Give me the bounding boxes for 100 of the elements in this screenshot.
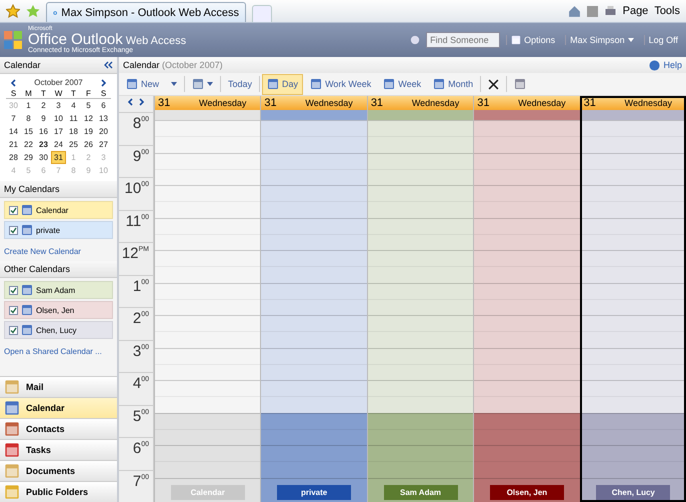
view-button[interactable]: Work Week	[305, 74, 376, 94]
calendar-day[interactable]: 18	[66, 125, 81, 138]
checkbox[interactable]	[9, 286, 18, 294]
day-number: 31	[264, 97, 278, 109]
calendar-day[interactable]: 21	[6, 138, 21, 151]
calendar-day[interactable]: 26	[81, 138, 96, 151]
calendar-day[interactable]: 7	[6, 112, 21, 125]
calendar-day[interactable]: 22	[21, 138, 36, 151]
collapse-icon[interactable]	[103, 61, 113, 69]
calendar-day[interactable]: 14	[6, 125, 21, 138]
new-button[interactable]: New	[121, 74, 164, 94]
calendar-day[interactable]: 25	[66, 138, 81, 151]
nav-item[interactable]: Tasks	[0, 439, 117, 460]
home-icon[interactable]	[568, 4, 581, 18]
weekday-label: W	[51, 89, 66, 99]
calendar-day[interactable]: 12	[81, 112, 96, 125]
checkbox[interactable]	[9, 226, 18, 234]
browser-menu-button[interactable]: Page	[622, 5, 648, 17]
user-menu[interactable]: Max Simpson	[565, 35, 638, 45]
options-icon	[511, 35, 522, 45]
view-button[interactable]: Month	[428, 74, 478, 94]
calendar-list-item[interactable]: Calendar	[4, 201, 113, 219]
calendar-day[interactable]: 1	[21, 99, 36, 112]
view-button[interactable]: Week	[378, 74, 426, 94]
nav-item[interactable]: Contacts	[0, 418, 117, 439]
calendar-day[interactable]: 27	[96, 138, 111, 151]
calendar-day[interactable]: 31	[51, 151, 66, 164]
previous-day-icon[interactable]	[127, 98, 135, 106]
calendar-day[interactable]: 13	[96, 112, 111, 125]
calendar-icon	[126, 78, 138, 90]
calendar-list-item[interactable]: Sam Adam	[4, 281, 113, 299]
view-button[interactable]: Day	[262, 74, 304, 94]
calendar-day[interactable]: 5	[81, 99, 96, 112]
calendar-list-item[interactable]: private	[4, 221, 113, 239]
next-day-icon[interactable]	[137, 98, 145, 106]
help-link[interactable]: Help	[649, 60, 682, 70]
section-title: Other Calendars	[4, 264, 70, 274]
calendar-day[interactable]: 2	[36, 99, 51, 112]
checkbox[interactable]	[9, 326, 18, 334]
calendar-day[interactable]: 24	[51, 138, 66, 151]
calendar-owner-label: private	[277, 484, 352, 500]
create-calendar-link[interactable]: Create New Calendar	[0, 242, 117, 261]
checkmark-icon	[10, 226, 17, 234]
next-month-icon[interactable]	[98, 78, 107, 86]
weekday-label: Wednesday	[624, 98, 674, 108]
browser-tab[interactable]: Max Simpson - Outlook Web Access	[46, 2, 246, 22]
search-field[interactable]: Find Someone	[426, 32, 500, 48]
checkbox[interactable]	[9, 306, 18, 314]
day-number: 31	[584, 97, 597, 109]
time-slot[interactable]	[580, 380, 686, 396]
calendar-day[interactable]: 15	[21, 125, 36, 138]
calendar-day[interactable]: 16	[36, 125, 51, 138]
new-tab[interactable]	[252, 5, 272, 22]
time-slot[interactable]	[580, 445, 686, 462]
calendar-day[interactable]: 10	[51, 112, 66, 125]
calendar-icon	[21, 204, 33, 216]
calendar-day[interactable]: 6	[96, 99, 111, 112]
previous-month-icon[interactable]	[10, 78, 18, 86]
calendar-column[interactable]: 31 Wednesday Chen, Lucy	[580, 96, 686, 502]
nav-item[interactable]: Mail	[0, 376, 117, 397]
calendar-day[interactable]: 9	[36, 112, 51, 125]
options-link[interactable]: Options	[506, 35, 560, 45]
calendar-day[interactable]: 4	[66, 99, 81, 112]
calendar-owner-label: Sam Adam	[384, 484, 458, 500]
calendar-day[interactable]: 3	[51, 99, 66, 112]
month-label[interactable]: October 2007	[34, 78, 83, 87]
calendar-name: Calendar	[36, 206, 68, 214]
time-slot[interactable]	[580, 412, 686, 429]
star-icon[interactable]	[6, 4, 20, 18]
help-icon	[649, 60, 660, 70]
time-slot[interactable]	[580, 120, 686, 136]
calendar-day[interactable]: 20	[96, 125, 111, 138]
time-slot[interactable]	[580, 315, 686, 332]
calendar-day[interactable]: 19	[81, 125, 96, 138]
browser-menu-button[interactable]: Tools	[654, 5, 680, 17]
time-slot[interactable]	[580, 185, 686, 202]
calendar-day[interactable]: 11	[66, 112, 81, 125]
weekday-label: M	[21, 89, 36, 99]
brand-suffix: Web Access	[126, 36, 186, 47]
calendar-icon	[267, 78, 280, 90]
calendar-list-item[interactable]: Chen, Lucy	[4, 321, 113, 339]
logoff-link[interactable]: Log Off	[644, 35, 682, 45]
nav-item[interactable]: Public Folders	[0, 481, 117, 502]
calendar-day[interactable]: 30	[36, 151, 51, 164]
calendar-day[interactable]: 23	[36, 138, 51, 151]
calendar-day[interactable]: 29	[21, 151, 36, 164]
nav-item[interactable]: Calendar	[0, 397, 117, 418]
calendar-day[interactable]: 28	[6, 151, 21, 164]
calendar-day[interactable]: 8	[21, 112, 36, 125]
calendar-list-item[interactable]: Olsen, Jen	[4, 301, 113, 319]
time-slot[interactable]	[580, 250, 686, 266]
hour-label: 7$^{00}$	[119, 470, 153, 502]
calendar-day[interactable]: 17	[51, 125, 66, 138]
nav-item[interactable]: Documents	[0, 460, 117, 481]
checkbox[interactable]	[9, 206, 18, 214]
open-shared-calendar-link[interactable]: Open a Shared Calendar ...	[0, 342, 117, 361]
today-button[interactable]: Today	[223, 74, 258, 94]
calendar-name: Olsen, Jen	[36, 306, 74, 314]
add-favorite-icon[interactable]	[26, 4, 40, 18]
print-icon[interactable]	[604, 5, 617, 17]
